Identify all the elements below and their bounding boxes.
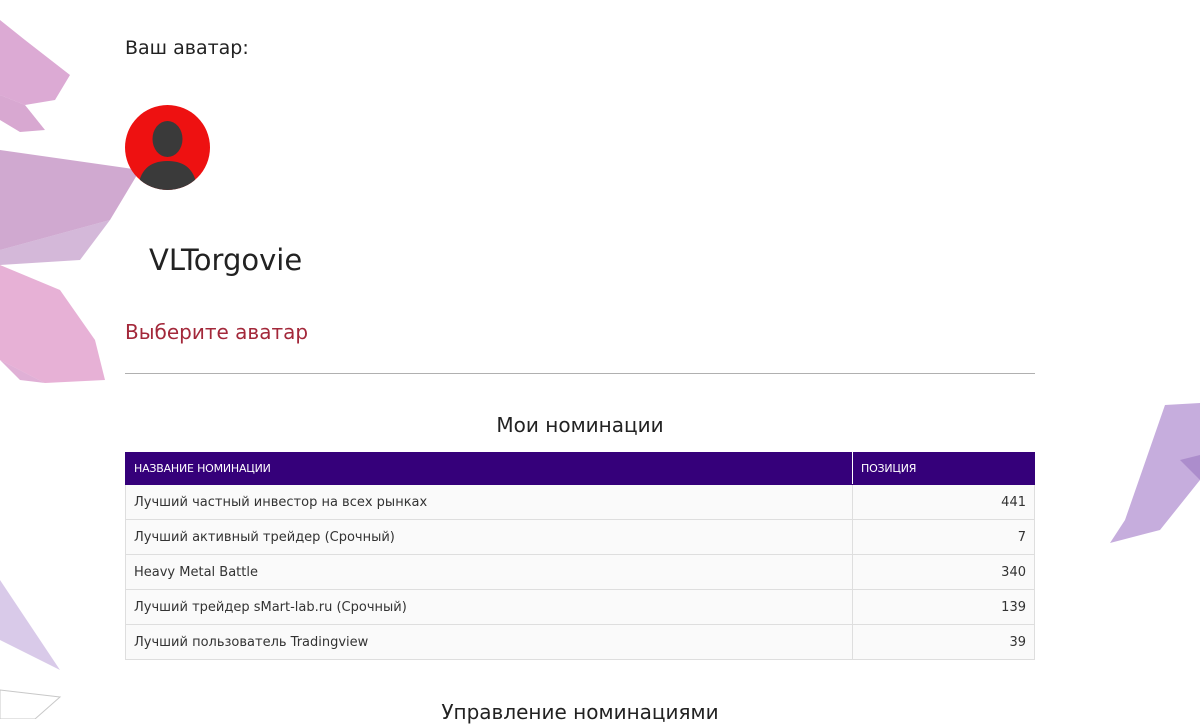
manage-nominations-title: Управление номинациями xyxy=(441,700,719,724)
nomination-position: 39 xyxy=(852,624,1035,660)
nomination-name: Лучший пользователь Tradingview xyxy=(125,624,853,660)
divider xyxy=(125,373,1035,374)
nominations-title: Мои номинации xyxy=(496,413,664,437)
nomination-name: Лучший трейдер sMart-lab.ru (Срочный) xyxy=(125,589,853,625)
nomination-position: 139 xyxy=(852,589,1035,625)
column-header-name[interactable]: НАЗВАНИЕ НОМИНАЦИИ xyxy=(125,452,853,485)
table-row: Лучший частный инвестор на всех рынках 4… xyxy=(125,484,1035,520)
table-header-row: НАЗВАНИЕ НОМИНАЦИИ ПОЗИЦИЯ xyxy=(125,452,1035,485)
table-row: Лучший трейдер sMart-lab.ru (Срочный) 13… xyxy=(125,589,1035,625)
nominations-table: НАЗВАНИЕ НОМИНАЦИИ ПОЗИЦИЯ Лучший частны… xyxy=(125,452,1035,660)
nomination-name: Лучший активный трейдер (Срочный) xyxy=(125,519,853,555)
nomination-position: 441 xyxy=(852,484,1035,520)
table-row: Heavy Metal Battle 340 xyxy=(125,554,1035,590)
nomination-position: 340 xyxy=(852,554,1035,590)
nomination-name: Heavy Metal Battle xyxy=(125,554,853,590)
avatar-heading: Ваш аватар: xyxy=(125,37,249,59)
column-header-position[interactable]: ПОЗИЦИЯ xyxy=(852,452,1035,485)
user-silhouette-icon xyxy=(138,121,197,190)
username: VLTorgovie xyxy=(149,243,303,277)
nomination-name: Лучший частный инвестор на всех рынках xyxy=(125,484,853,520)
table-row: Лучший пользователь Tradingview 39 xyxy=(125,624,1035,660)
choose-avatar-link[interactable]: Выберите аватар xyxy=(125,320,308,344)
avatar xyxy=(125,105,210,190)
table-row: Лучший активный трейдер (Срочный) 7 xyxy=(125,519,1035,555)
nomination-position: 7 xyxy=(852,519,1035,555)
